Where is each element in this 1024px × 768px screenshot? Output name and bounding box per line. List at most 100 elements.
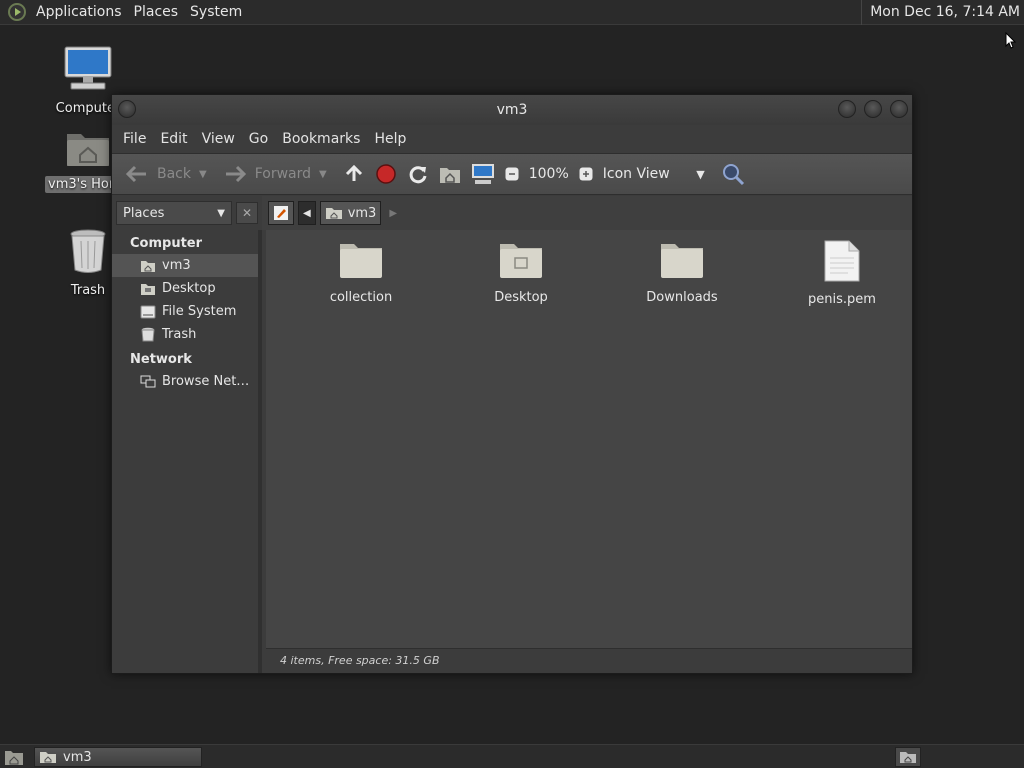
toggle-location-entry-button[interactable] — [268, 201, 294, 225]
menu-file[interactable]: File — [116, 131, 153, 147]
sidebar-item-label: Trash — [162, 327, 197, 342]
path-segment-vm3[interactable]: vm3 — [319, 201, 382, 225]
title-bar[interactable]: vm3 — [112, 95, 912, 125]
reload-button[interactable] — [402, 159, 434, 189]
sidebar-item-file-system[interactable]: File System — [112, 300, 258, 323]
file-name: collection — [329, 290, 393, 305]
path-scroll-left-button[interactable]: ◀ — [298, 201, 316, 225]
places-select[interactable]: Places ▼ — [116, 201, 232, 225]
sidebar-heading-network: Network — [130, 352, 192, 367]
close-icon: ✕ — [241, 206, 253, 220]
path-bar: ◀ vm3 ▶ — [262, 196, 912, 230]
menu-go[interactable]: Go — [242, 131, 275, 147]
folder-icon — [617, 240, 747, 284]
sidebar-item-browse-network[interactable]: Browse Net… — [112, 370, 258, 393]
file-name: penis.pem — [808, 292, 876, 307]
computer-icon — [45, 46, 131, 96]
home-icon — [40, 752, 56, 763]
zoom-level[interactable]: 100% — [524, 159, 574, 189]
chevron-down-icon: ▼ — [696, 167, 705, 181]
stop-button[interactable] — [370, 159, 402, 189]
places-menu[interactable]: Places — [128, 0, 185, 24]
view-mode-label: Icon View — [602, 166, 670, 182]
stop-icon — [375, 164, 396, 184]
drive-icon — [140, 305, 156, 318]
chevron-down-icon[interactable]: ▼ — [199, 169, 207, 180]
home-icon — [439, 168, 460, 183]
sidebar-item-trash[interactable]: Trash — [112, 323, 258, 346]
folder-icon — [296, 240, 426, 284]
location-row: Places ▼ ✕ ◀ vm3 ▶ — [112, 196, 912, 230]
menu-help[interactable]: Help — [367, 131, 413, 147]
zoom-in-button[interactable] — [574, 159, 598, 189]
menu-view[interactable]: View — [195, 131, 242, 147]
menu-bar: File Edit View Go Bookmarks Help — [112, 125, 912, 153]
desktop-icon-label: Trash — [70, 283, 106, 298]
system-menu[interactable]: System — [184, 0, 248, 24]
workspace-icon — [900, 752, 916, 763]
text-file-icon — [777, 240, 907, 286]
close-sidebar-button[interactable]: ✕ — [236, 202, 258, 224]
places-sidebar: Computer vm3 Desktop File System Trash N… — [112, 230, 262, 673]
maximize-icon[interactable] — [864, 100, 882, 118]
chevron-down-icon: ▼ — [217, 207, 225, 219]
home-icon — [325, 208, 342, 219]
sidebar-item-label: File System — [162, 304, 237, 319]
show-desktop-button[interactable] — [4, 748, 24, 768]
file-name: Downloads — [646, 290, 718, 305]
home-icon — [141, 260, 155, 272]
sidebar-item-vm3[interactable]: vm3 — [112, 254, 258, 277]
close-icon[interactable] — [890, 100, 908, 118]
chevron-down-icon[interactable]: ▼ — [319, 169, 327, 180]
show-desktop-icon — [5, 751, 23, 765]
back-button[interactable]: Back ▼ — [120, 159, 212, 189]
up-button[interactable] — [338, 159, 370, 189]
top-panel: Applications Places System Mon Dec 16, 7… — [0, 0, 1024, 25]
forward-button[interactable]: Forward ▼ — [218, 159, 332, 189]
sidebar-item-label: Browse Net… — [162, 374, 250, 389]
zoom-out-icon — [505, 167, 519, 181]
path-segment-label: vm3 — [347, 205, 377, 221]
menu-bookmarks[interactable]: Bookmarks — [275, 131, 367, 147]
computer-icon — [471, 164, 494, 184]
chevron-right-icon: ▶ — [389, 207, 398, 219]
edit-icon — [274, 206, 288, 220]
home-button[interactable] — [434, 159, 466, 189]
search-button[interactable] — [716, 159, 750, 189]
forward-arrow-icon — [225, 165, 246, 183]
computer-button[interactable] — [466, 159, 500, 189]
toolbar: Back ▼ Forward ▼ 100% Icon View ▼ — [112, 153, 912, 195]
applications-menu[interactable]: Applications — [30, 0, 128, 24]
mouse-cursor-icon — [1005, 31, 1017, 54]
file-item-collection[interactable]: collection — [296, 230, 426, 305]
desktop-folder-icon — [456, 240, 586, 284]
file-view[interactable]: collection Desktop Downloads penis.pem — [266, 230, 912, 648]
zoom-in-icon — [579, 167, 593, 181]
desktop-folder-icon — [141, 283, 155, 295]
file-item-penis-pem[interactable]: penis.pem — [777, 230, 907, 307]
sidebar-item-desktop[interactable]: Desktop — [112, 277, 258, 300]
zoom-out-button[interactable] — [500, 159, 524, 189]
back-arrow-icon — [125, 165, 146, 183]
forward-label: Forward — [254, 166, 312, 182]
view-mode-select[interactable]: Icon View ▼ — [598, 159, 710, 189]
sidebar-item-label: Desktop — [162, 281, 216, 296]
minimize-icon[interactable] — [838, 100, 856, 118]
file-item-desktop[interactable]: Desktop — [456, 230, 586, 305]
workspace-switcher[interactable] — [895, 747, 921, 767]
places-header: Places ▼ ✕ — [112, 196, 262, 230]
back-label: Back — [157, 166, 191, 182]
chevron-left-icon: ◀ — [303, 207, 311, 219]
distro-logo-icon[interactable] — [8, 3, 26, 21]
window-menu-icon[interactable] — [118, 100, 136, 118]
menu-edit[interactable]: Edit — [153, 131, 194, 147]
file-manager-window: vm3 File Edit View Go Bookmarks Help Bac… — [111, 94, 913, 674]
clock[interactable]: Mon Dec 16, 7:14 AM — [861, 0, 1020, 25]
taskbar-item-vm3[interactable]: vm3 — [34, 747, 202, 767]
bottom-panel: vm3 — [0, 744, 1024, 768]
trash-icon — [141, 327, 155, 342]
up-arrow-icon — [345, 164, 362, 181]
search-icon — [722, 164, 744, 186]
file-item-downloads[interactable]: Downloads — [617, 230, 747, 305]
path-scroll-right-button[interactable]: ▶ — [385, 201, 401, 225]
